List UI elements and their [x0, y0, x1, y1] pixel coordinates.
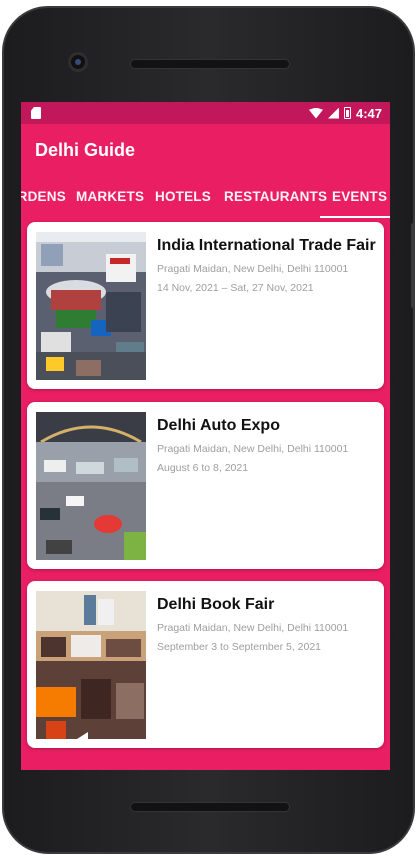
home-icon: [198, 732, 213, 746]
system-nav-bar: [21, 715, 390, 763]
event-card[interactable]: Delhi Auto Expo Pragati Maidan, New Delh…: [27, 402, 384, 569]
recents-icon: [322, 732, 335, 746]
tab-events[interactable]: EVENTS: [319, 176, 390, 218]
status-time: 4:47: [355, 105, 382, 121]
event-title: Delhi Book Fair: [157, 596, 275, 613]
earpiece-speaker: [130, 59, 290, 69]
event-date: 14 Nov, 2021 – Sat, 27 Nov, 2021: [157, 282, 314, 294]
recents-button[interactable]: [309, 719, 349, 759]
sd-card-icon: [31, 107, 41, 119]
app-title: Delhi Guide: [35, 139, 136, 160]
event-image-auto-expo: [36, 412, 146, 560]
event-title: India International Trade Fair: [157, 237, 376, 254]
event-date: August 6 to 8, 2021: [157, 462, 249, 474]
home-button[interactable]: [186, 719, 226, 759]
back-button[interactable]: [63, 719, 103, 759]
tab-markets[interactable]: MARKETS: [76, 176, 144, 218]
tab-gardens[interactable]: GARDENS: [21, 176, 66, 218]
battery-icon: [343, 107, 351, 119]
back-icon: [77, 732, 88, 746]
event-address: Pragati Maidan, New Delhi, Delhi 110001: [157, 263, 349, 275]
status-bar: 4:47: [21, 102, 390, 124]
tab-restaurants[interactable]: RESTAURANTS: [224, 176, 327, 218]
event-address: Pragati Maidan, New Delhi, Delhi 110001: [157, 622, 349, 634]
app-bar: Delhi Guide: [21, 124, 390, 176]
event-image-trade-fair: [36, 232, 146, 380]
cell-signal-icon: [327, 107, 339, 119]
power-button: [411, 223, 415, 308]
event-date: September 3 to September 5, 2021: [157, 641, 322, 653]
events-list: India International Trade Fair Pragati M…: [21, 218, 390, 770]
tab-hotels[interactable]: HOTELS: [155, 176, 211, 218]
wifi-icon: [308, 107, 323, 119]
event-card[interactable]: India International Trade Fair Pragati M…: [27, 222, 384, 389]
front-camera: [68, 52, 88, 72]
event-title: Delhi Auto Expo: [157, 417, 280, 434]
category-tabs: GARDENS MARKETS HOTELS RESTAURANTS EVENT…: [21, 176, 390, 218]
event-address: Pragati Maidan, New Delhi, Delhi 110001: [157, 443, 349, 455]
app-screen: 4:47 Delhi Guide GARDENS MARKETS HOTELS …: [21, 102, 390, 770]
bottom-speaker: [130, 802, 290, 812]
